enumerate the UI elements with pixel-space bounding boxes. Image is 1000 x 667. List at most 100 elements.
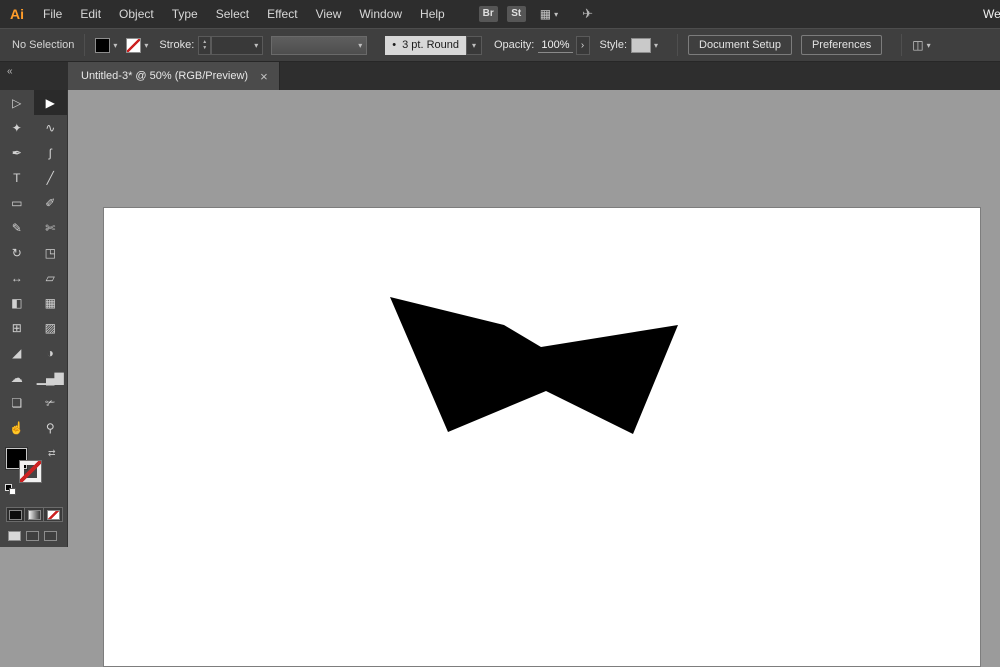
stroke-label: Stroke: [159, 39, 194, 51]
menu-view[interactable]: View [307, 0, 351, 28]
rectangle-tool[interactable]: ▭ [0, 190, 34, 215]
arrange-documents-icon[interactable]: ◫ [912, 38, 923, 52]
stroke-width-dropdown[interactable]: ▾ [211, 36, 263, 55]
none-slash-icon [20, 461, 41, 482]
chevron-down-icon: ▾ [472, 41, 476, 50]
chevron-down-icon: ▾ [358, 41, 362, 50]
workspace-switcher-label[interactable]: We [983, 7, 1000, 21]
paintbrush-tool[interactable]: ✐ [34, 190, 68, 215]
menu-help[interactable]: Help [411, 0, 454, 28]
eyedropper-icon: ◢ [12, 347, 21, 359]
width-icon: ↔ [11, 272, 23, 284]
curvature-tool[interactable]: ʃ [34, 140, 68, 165]
color-mode-icon [10, 511, 21, 519]
blend-tool[interactable]: ◑ [34, 340, 68, 365]
eyedropper-tool[interactable]: ◢ [0, 340, 34, 365]
brush-definition-field[interactable]: • 3 pt. Round [385, 36, 466, 55]
divider [677, 34, 678, 56]
tools-grid: ▷ ▶ ✦ ∿ ✒ ʃ T ╱ ▭ ✐ ✎ ✄ ↻ ◳ ↔ ▱ ◧ ▦ ⊞ ▨ … [0, 90, 67, 440]
hand-icon: ☝ [9, 422, 24, 434]
document-tab[interactable]: Untitled-3* @ 50% (RGB/Preview) × [68, 62, 280, 90]
artboard-tool[interactable]: ❏ [0, 390, 34, 415]
stroke-none-swatch-icon [126, 38, 141, 53]
document-tab-bar: « Untitled-3* @ 50% (RGB/Preview) × [0, 62, 1000, 90]
mesh-tool[interactable]: ⊞ [0, 315, 34, 340]
none-button[interactable] [44, 507, 63, 522]
stroke-color-dropdown[interactable]: ▾ [126, 38, 148, 53]
draw-behind-button[interactable] [26, 531, 39, 541]
zoom-tool[interactable]: ⚲ [34, 415, 68, 440]
gradient-tool[interactable]: ▨ [34, 315, 68, 340]
draw-normal-button[interactable] [8, 531, 21, 541]
control-bar: No Selection ▾ ▾ Stroke: ▲ ▼ ▾ ▾ • 3 pt.… [0, 28, 1000, 62]
lasso-tool[interactable]: ∿ [34, 115, 68, 140]
menu-window[interactable]: Window [350, 0, 411, 28]
graphic-style-dropdown[interactable]: ▾ [631, 38, 658, 53]
variable-width-profile-dropdown[interactable]: ▾ [271, 36, 367, 55]
workspace-layout-icon[interactable]: ▦ [540, 7, 551, 21]
column-graph-icon: ▁▄▇ [37, 372, 64, 384]
bridge-button[interactable]: Br [479, 6, 498, 22]
line-segment-tool[interactable]: ╱ [34, 165, 68, 190]
menu-file[interactable]: File [34, 0, 71, 28]
toolbar-collapse-button[interactable]: « [0, 62, 68, 90]
draw-mode-buttons [8, 531, 67, 541]
swap-fill-stroke-icon[interactable]: ⇄ [48, 448, 56, 459]
magic-wand-tool[interactable]: ✦ [0, 115, 34, 140]
stepper-down-icon[interactable]: ▼ [202, 45, 207, 51]
rotate-tool[interactable]: ↻ [0, 240, 34, 265]
scale-tool[interactable]: ◳ [34, 240, 68, 265]
perspective-grid-tool[interactable]: ▦ [34, 290, 68, 315]
menu-effect[interactable]: Effect [258, 0, 306, 28]
menu-object[interactable]: Object [110, 0, 163, 28]
preferences-button[interactable]: Preferences [801, 35, 882, 55]
artboard-icon: ❏ [11, 397, 22, 409]
menu-select[interactable]: Select [207, 0, 258, 28]
menu-type[interactable]: Type [163, 0, 207, 28]
chevron-down-icon[interactable]: ▾ [554, 10, 558, 19]
menu-edit[interactable]: Edit [71, 0, 110, 28]
pencil-tool[interactable]: ✎ [0, 215, 34, 240]
pen-tool[interactable]: ✒ [0, 140, 34, 165]
shape-builder-icon: ◧ [11, 297, 22, 309]
hand-tool[interactable]: ☝ [0, 415, 34, 440]
zoom-icon: ⚲ [46, 422, 55, 434]
symbol-sprayer-icon: ☁ [11, 372, 23, 384]
opacity-options-button[interactable]: › [576, 36, 590, 55]
canvas-area[interactable] [68, 90, 1000, 547]
fill-color-dropdown[interactable]: ▾ [95, 38, 117, 53]
width-tool[interactable]: ↔ [0, 265, 34, 290]
share-icon[interactable]: ✈ [582, 6, 593, 22]
chevron-down-icon: ▾ [654, 41, 658, 50]
fill-swatch-icon [95, 38, 110, 53]
default-fill-stroke-icon[interactable] [5, 484, 19, 497]
slice-tool[interactable]: ✃ [34, 390, 68, 415]
divider [901, 34, 902, 56]
shape-builder-tool[interactable]: ◧ [0, 290, 34, 315]
document-setup-button[interactable]: Document Setup [688, 35, 792, 55]
direct-selection-tool[interactable]: ▶ [34, 90, 68, 115]
stock-button[interactable]: St [507, 6, 526, 22]
direct-selection-icon: ▶ [46, 97, 55, 109]
color-button[interactable] [6, 507, 25, 522]
free-transform-tool[interactable]: ▱ [34, 265, 68, 290]
brush-definition-chevron[interactable]: ▾ [466, 36, 482, 55]
scissors-tool[interactable]: ✄ [34, 215, 68, 240]
type-tool[interactable]: T [0, 165, 34, 190]
chevron-down-icon[interactable]: ▾ [927, 41, 931, 50]
gradient-mode-icon [29, 511, 40, 519]
column-graph-tool[interactable]: ▁▄▇ [34, 365, 68, 390]
stroke-width-stepper[interactable]: ▲ ▼ [198, 36, 211, 55]
symbol-sprayer-tool[interactable]: ☁ [0, 365, 34, 390]
tab-close-icon[interactable]: × [260, 70, 268, 83]
brush-definition-dropdown[interactable]: • 3 pt. Round ▾ [385, 36, 482, 55]
stroke-color-selector[interactable] [20, 461, 41, 482]
artboard[interactable] [103, 207, 981, 667]
draw-inside-button[interactable] [44, 531, 57, 541]
chevron-down-icon: ▾ [254, 41, 258, 50]
fill-stroke-cluster: ⇄ [0, 447, 67, 499]
gradient-button[interactable] [25, 507, 44, 522]
selection-status: No Selection [12, 39, 74, 51]
selection-tool[interactable]: ▷ [0, 90, 34, 115]
opacity-value[interactable]: 100% [538, 38, 572, 53]
